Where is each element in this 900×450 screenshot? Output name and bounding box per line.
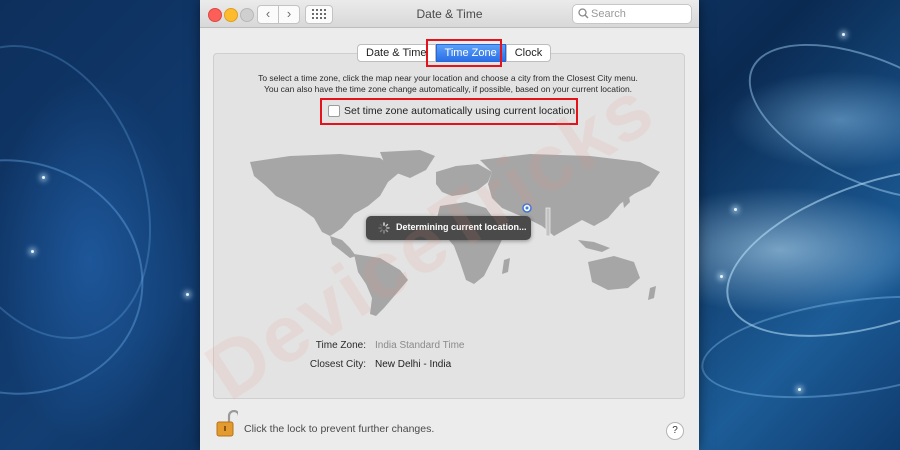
instructions-line-1: To select a time zone, click the map nea…: [258, 73, 638, 83]
tab-bar: Date & Time Time Zone Clock: [357, 44, 552, 62]
time-zone-label: Time Zone:: [315, 340, 366, 351]
map-indonesia: [578, 240, 610, 252]
selected-time-zone-band: [545, 207, 551, 237]
map-central-america: [330, 236, 356, 258]
map-africa: [436, 202, 506, 284]
help-button[interactable]: ?: [666, 422, 684, 440]
map-madagascar: [502, 258, 510, 274]
tab-clock[interactable]: Clock: [505, 44, 552, 62]
location-status-text: Determining current location...: [396, 222, 527, 232]
search-icon: [578, 8, 589, 19]
auto-timezone-label: Set time zone automatically using curren…: [344, 105, 576, 117]
map-south-america: [354, 254, 408, 316]
tab-date-time[interactable]: Date & Time: [357, 44, 436, 62]
instructions-line-2: You can also have the time zone change a…: [263, 84, 633, 94]
lock-instruction-text: Click the lock to prevent further change…: [244, 423, 435, 435]
window-titlebar: ‹ › Date & Time: [200, 0, 699, 28]
map-new-zealand: [648, 286, 656, 300]
lock-icon[interactable]: [214, 410, 238, 438]
search-field[interactable]: [572, 4, 692, 24]
auto-timezone-checkbox[interactable]: [328, 105, 340, 117]
auto-timezone-row[interactable]: Set time zone automatically using curren…: [328, 103, 575, 119]
map-australia: [588, 256, 640, 290]
location-status-popup: Determining current location...: [366, 216, 531, 240]
time-zone-value: India Standard Time: [375, 340, 465, 351]
location-pin-icon: [522, 203, 532, 213]
search-input[interactable]: [591, 6, 687, 21]
spinner-icon: [378, 222, 390, 234]
closest-city-value[interactable]: New Delhi - India: [375, 359, 451, 370]
tab-time-zone[interactable]: Time Zone: [435, 44, 506, 62]
map-europe: [436, 164, 492, 196]
closest-city-label: Closest City:: [309, 359, 366, 370]
